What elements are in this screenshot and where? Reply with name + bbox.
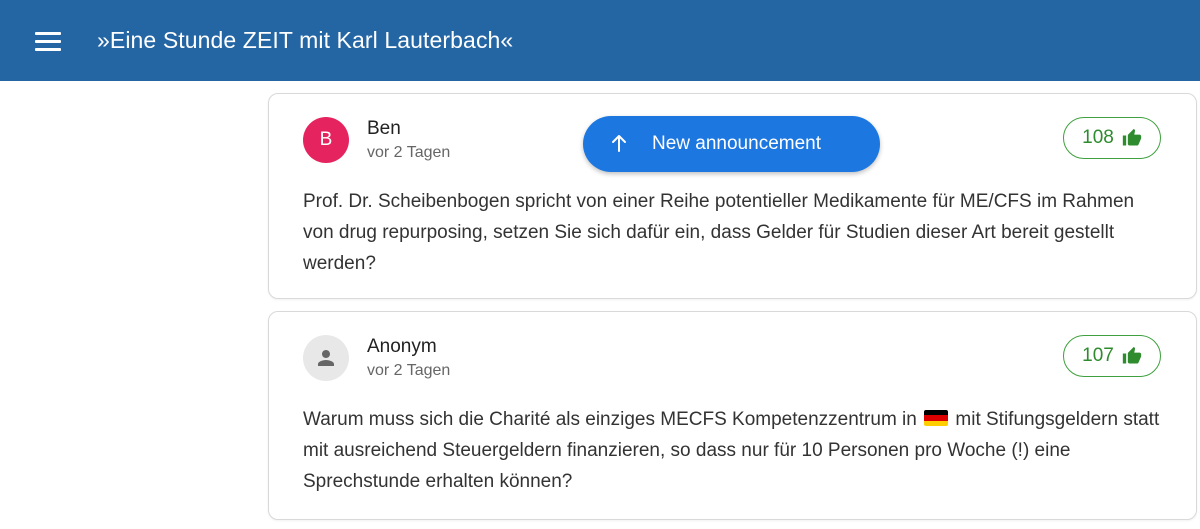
comment-author: Anonym [367,336,437,357]
like-button[interactable]: 107 [1063,335,1161,377]
avatar-letter: B [319,129,333,150]
comment-text: Warum muss sich die Charité als einziges… [303,404,1163,497]
person-icon [318,350,334,366]
avatar [303,335,349,381]
thumbs-up-icon [1122,346,1142,364]
hamburger-menu-icon[interactable] [35,30,63,52]
german-flag-icon [924,410,949,426]
comment-text-part: Warum muss sich die Charité als einziges… [303,409,923,430]
comment-card: Anonym vor 2 Tagen 107 Warum muss sich d… [268,311,1197,520]
comment-time: vor 2 Tagen [367,144,451,161]
like-count: 108 [1082,127,1114,148]
like-count: 107 [1082,345,1114,366]
thumbs-up-icon [1122,128,1142,146]
like-button[interactable]: 108 [1063,117,1161,159]
new-announcement-button[interactable]: New announcement [583,116,880,172]
comment-time: vor 2 Tagen [367,362,451,379]
page-title: »Eine Stunde ZEIT mit Karl Lauterbach« [97,27,514,53]
new-announcement-label: New announcement [652,133,821,154]
avatar: B [303,117,349,163]
comment-author: Ben [367,118,401,139]
arrow-up-icon [612,135,626,152]
comment-text: Prof. Dr. Scheibenbogen spricht von eine… [303,191,1135,274]
app-header: »Eine Stunde ZEIT mit Karl Lauterbach« [0,0,1200,81]
